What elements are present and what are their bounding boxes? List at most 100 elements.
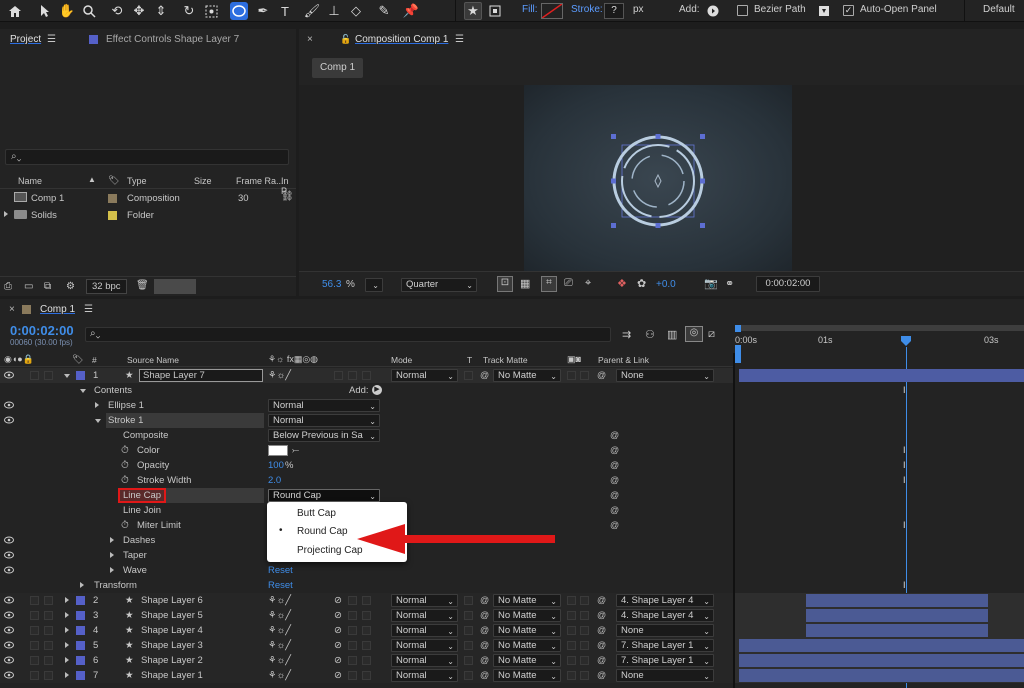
pick-whip-icon[interactable]: @ bbox=[480, 640, 489, 650]
layer-row[interactable]: 7 ★ Shape Layer 1 ⚘☼╱ ⊘ Normal ⌄ @ No Matte ⌄ @ Non… bbox=[0, 668, 733, 683]
layer-label-swatch[interactable] bbox=[76, 641, 85, 650]
preserve-transparency-toggle[interactable] bbox=[464, 626, 473, 635]
playhead-icon[interactable] bbox=[900, 335, 912, 347]
align-grid-icon[interactable] bbox=[486, 2, 504, 20]
project-search-input[interactable]: ⌕⌄ bbox=[5, 149, 289, 165]
layer-name[interactable]: Shape Layer 5 bbox=[141, 610, 203, 621]
grid-guides-icon[interactable]: ⌖ bbox=[585, 277, 591, 290]
effect-controls-tab[interactable]: Effect Controls Shape Layer 7 bbox=[106, 34, 239, 45]
switch-box[interactable] bbox=[362, 671, 371, 680]
layer-duration-bar[interactable] bbox=[739, 369, 1024, 382]
panel-menu-icon[interactable]: ☰ bbox=[47, 34, 56, 45]
visibility-eye-icon[interactable] bbox=[4, 551, 14, 559]
solo-toggle[interactable] bbox=[30, 641, 39, 650]
col-name[interactable]: Name bbox=[18, 176, 42, 186]
motion-blur-switch-icon[interactable]: ⊘ bbox=[334, 670, 342, 681]
viewer-canvas-area[interactable] bbox=[299, 85, 1024, 271]
parent-pick-whip-icon[interactable]: @ bbox=[597, 655, 606, 665]
pan-camera-icon[interactable]: ✥ bbox=[130, 2, 148, 20]
mask-visibility-icon[interactable]: ⌗ bbox=[541, 276, 557, 292]
layer-duration-bar[interactable] bbox=[806, 624, 988, 637]
orbit-camera-icon[interactable]: ⟲ bbox=[108, 2, 126, 20]
layer-label-swatch[interactable] bbox=[76, 656, 85, 665]
zoom-tool-icon[interactable] bbox=[80, 2, 98, 20]
property-row[interactable]: Line Cap Round Cap ⌄ @ bbox=[0, 488, 733, 503]
col-mode[interactable]: Mode bbox=[391, 355, 412, 365]
parent-dropdown[interactable]: None ⌄ bbox=[616, 669, 714, 682]
ellipse-blend-dropdown[interactable]: Normal ⌄ bbox=[268, 399, 380, 412]
layer-label-swatch[interactable] bbox=[76, 596, 85, 605]
puppet-pin-icon[interactable]: 📌 bbox=[402, 2, 420, 20]
layer-name[interactable]: Shape Layer 3 bbox=[141, 640, 203, 651]
parent-dropdown[interactable]: None ⌄ bbox=[616, 369, 714, 382]
label-swatch[interactable] bbox=[108, 194, 117, 203]
roto-brush-icon[interactable]: ✎ bbox=[375, 2, 393, 20]
motion-blur-switch-icon[interactable]: ⊘ bbox=[334, 595, 342, 606]
col-track-matte[interactable]: Track Matte bbox=[483, 355, 528, 365]
solo-toggle[interactable] bbox=[30, 611, 39, 620]
comp-navigator-chip[interactable]: Comp 1 bbox=[312, 58, 364, 78]
lock-toggle[interactable] bbox=[44, 641, 53, 650]
collapse-triangle-icon[interactable] bbox=[64, 374, 70, 378]
lock-toggle[interactable] bbox=[44, 626, 53, 635]
flowchart-icon[interactable]: ⛓ bbox=[281, 191, 294, 202]
visibility-eye-icon[interactable] bbox=[4, 656, 14, 664]
parent-dropdown[interactable]: 4. Shape Layer 4 ⌄ bbox=[616, 594, 714, 607]
shape-options-icon[interactable] bbox=[815, 2, 833, 20]
reset-exposure-icon[interactable]: ✿ bbox=[637, 277, 646, 290]
dolly-camera-icon[interactable]: ⇕ bbox=[152, 2, 170, 20]
composition-tab[interactable]: Composition Comp 1 bbox=[355, 34, 448, 45]
col-source-name[interactable]: Source Name bbox=[127, 355, 179, 365]
keyframe-marker[interactable]: I bbox=[903, 385, 906, 395]
switch-box[interactable] bbox=[348, 641, 357, 650]
matte-toggle[interactable] bbox=[567, 671, 576, 680]
preserve-transparency-toggle[interactable] bbox=[464, 371, 473, 380]
property-row[interactable]: ⏱ Opacity 100 % @ bbox=[0, 458, 733, 473]
expand-triangle-icon[interactable] bbox=[80, 582, 84, 588]
matte-toggle[interactable] bbox=[580, 596, 589, 605]
switch-box[interactable] bbox=[348, 611, 357, 620]
graph-editor-icon[interactable]: ⧄ bbox=[708, 328, 715, 341]
lock-toggle[interactable] bbox=[44, 656, 53, 665]
switch-box[interactable] bbox=[362, 641, 371, 650]
zoom-value[interactable]: 56.3 bbox=[322, 279, 341, 290]
region-of-interest-icon[interactable]: ⎚ bbox=[564, 277, 573, 290]
switch-box[interactable] bbox=[362, 371, 371, 380]
expand-triangle-icon[interactable] bbox=[65, 657, 69, 663]
keyframe-marker[interactable]: I bbox=[903, 475, 906, 485]
project-row[interactable]: Solids Folder bbox=[0, 207, 296, 223]
close-icon[interactable]: × bbox=[9, 304, 15, 315]
fill-swatch[interactable] bbox=[541, 3, 563, 19]
adjust-settings-icon[interactable]: ⚙ bbox=[66, 281, 75, 292]
expression-pick-whip-icon[interactable]: @ bbox=[610, 430, 619, 440]
col-parent-link[interactable]: Parent & Link bbox=[598, 355, 649, 365]
work-area-start[interactable] bbox=[735, 325, 741, 332]
matte-toggle[interactable] bbox=[580, 641, 589, 650]
parent-pick-whip-icon[interactable]: @ bbox=[597, 670, 606, 680]
pick-whip-icon[interactable]: @ bbox=[480, 610, 489, 620]
col-num[interactable]: # bbox=[92, 355, 97, 365]
reset-link[interactable]: Reset bbox=[268, 580, 293, 591]
clone-stamp-icon[interactable]: ⊥ bbox=[325, 2, 343, 20]
property-row[interactable]: ⏱ Stroke Width 2.0 @ bbox=[0, 473, 733, 488]
fast-preview-icon[interactable]: ⊡ bbox=[497, 276, 513, 292]
layer-row[interactable]: 5 ★ Shape Layer 3 ⚘☼╱ ⊘ Normal ⌄ @ No Matte ⌄ @7. … bbox=[0, 638, 733, 653]
switch-box[interactable] bbox=[348, 671, 357, 680]
visibility-eye-icon[interactable] bbox=[4, 401, 14, 409]
blend-mode-dropdown[interactable]: Normal ⌄ bbox=[391, 654, 458, 667]
matte-toggle[interactable] bbox=[567, 656, 576, 665]
matte-toggle[interactable] bbox=[580, 656, 589, 665]
lock-toggle[interactable] bbox=[44, 371, 53, 380]
preserve-transparency-toggle[interactable] bbox=[464, 641, 473, 650]
property-row[interactable]: ⏱ Color ⤚ @ bbox=[0, 443, 733, 458]
visibility-eye-icon[interactable] bbox=[4, 371, 14, 379]
pick-whip-icon[interactable]: @ bbox=[480, 670, 489, 680]
parent-pick-whip-icon[interactable]: @ bbox=[597, 370, 606, 380]
track-matte-dropdown[interactable]: No Matte ⌄ bbox=[493, 609, 561, 622]
expression-pick-whip-icon[interactable]: @ bbox=[610, 505, 619, 515]
expression-pick-whip-icon[interactable]: @ bbox=[610, 520, 619, 530]
blend-mode-dropdown[interactable]: Normal ⌄ bbox=[391, 369, 458, 382]
expand-triangle-icon[interactable] bbox=[95, 402, 99, 408]
motion-blur-switch-icon[interactable]: ⊘ bbox=[334, 625, 342, 636]
layer-label-swatch[interactable] bbox=[76, 626, 85, 635]
